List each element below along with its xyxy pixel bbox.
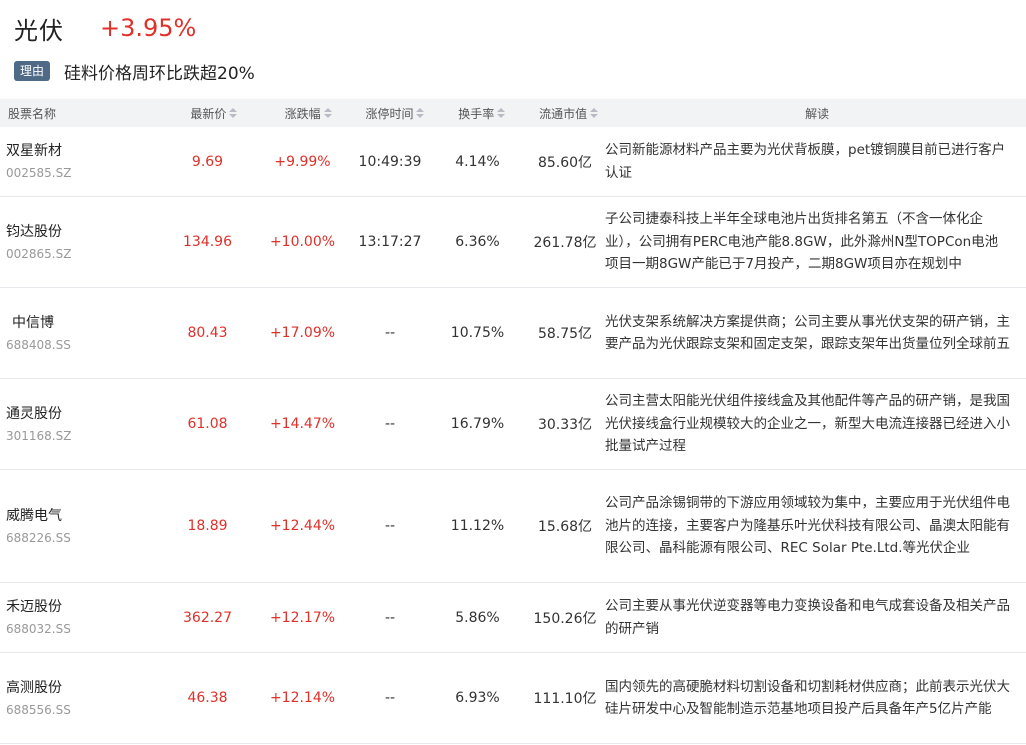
stock-name-cell[interactable]: 高测股份 688556.SS — [0, 653, 160, 743]
stock-name[interactable]: 通灵股份 — [6, 404, 62, 424]
limit-time-cell: -- — [384, 325, 396, 341]
stock-name-cell[interactable]: 双星新材 002585.SZ — [0, 127, 160, 196]
price-cell: 362.27 — [183, 609, 232, 626]
sector-header: 光伏 +3.95% — [14, 8, 196, 48]
stock-code: 688032.SS — [6, 622, 71, 636]
turnover-cell: 6.93% — [455, 690, 500, 706]
table-row[interactable]: 双星新材 002585.SZ 9.69 +9.99% 10:49:39 4.14… — [0, 127, 1026, 197]
turnover-cell: 11.12% — [450, 518, 505, 534]
stock-name[interactable]: 威腾电气 — [6, 506, 62, 526]
reason-row: 理由 硅料价格周环比跌超20% — [14, 58, 255, 84]
turnover-cell: 10.75% — [450, 325, 505, 341]
stock-code: 002865.SZ — [6, 246, 72, 261]
column-header-turnover[interactable]: 换手率 — [435, 99, 529, 127]
stock-code: 688408.SS — [6, 337, 71, 352]
column-header-market-cap[interactable]: 流通市值 — [529, 99, 608, 127]
stock-name[interactable]: 钧达股份 — [6, 222, 62, 242]
description-text: 公司主营太阳能光伏组件接线盒及其他配件等产品的研产销，是我国光伏接线盒行业规模较… — [605, 393, 1010, 455]
stock-name[interactable]: 高测股份 — [6, 678, 62, 698]
description-cell: 公司主营太阳能光伏组件接线盒及其他配件等产品的研产销，是我国光伏接线盒行业规模较… — [605, 379, 1026, 469]
sort-icon[interactable] — [497, 108, 506, 118]
column-header-change[interactable]: 涨跌幅 — [261, 99, 355, 127]
table-row[interactable]: 钧达股份 002865.SZ 134.96 +10.00% 13:17:27 6… — [0, 197, 1026, 288]
description-cell: 光伏支架系统解决方案提供商；公司主要从事光伏支架的研产销，主要产品为光伏跟踪支架… — [605, 288, 1026, 378]
market-cap-cell: 150.26亿 — [533, 610, 597, 627]
change-cell: +10.00% — [269, 234, 336, 250]
description-cell: 公司产品涂锡铜带的下游应用领域较为集中，主要应用于光伏组件电池片的连接，主要客户… — [605, 470, 1026, 582]
table-header: 股票名称 最新价 涨跌幅 涨停时间 换手率 流通市值 解读 — [0, 99, 1026, 127]
stock-name[interactable]: 禾迈股份 — [6, 597, 62, 617]
stock-code: 688226.SS — [6, 530, 71, 545]
stock-name[interactable]: 中信博 — [6, 313, 54, 333]
column-header-name: 股票名称 — [8, 106, 57, 121]
change-cell: +9.99% — [274, 153, 331, 170]
table-row[interactable]: 禾迈股份 688032.SS 362.27 +12.17% -- 5.86% 1… — [0, 583, 1026, 653]
price-cell: 134.96 — [183, 234, 232, 250]
change-cell: +14.47% — [269, 416, 336, 432]
change-cell: +12.14% — [269, 690, 336, 706]
market-cap-cell: 111.10亿 — [533, 691, 597, 707]
sort-icon[interactable] — [229, 108, 238, 118]
description-text: 国内领先的高硬脆材料切割设备和切割耗材供应商；此前表示光伏大硅片研发中心及智能制… — [605, 678, 1010, 718]
change-cell: +12.17% — [269, 609, 336, 626]
turnover-cell: 6.36% — [455, 234, 500, 250]
limit-time-cell: 10:49:39 — [358, 153, 422, 170]
market-cap-cell: 58.75亿 — [537, 326, 593, 342]
sort-icon[interactable] — [323, 108, 332, 118]
reason-badge: 理由 — [14, 61, 51, 81]
table-row[interactable]: 威腾电气 688226.SS 18.89 +12.44% -- 11.12% 1… — [0, 470, 1026, 583]
turnover-cell: 4.14% — [455, 153, 500, 170]
description-cell: 公司主要从事光伏逆变器等电力变换设备和电气成套设备及相关产品的研产销 — [605, 583, 1026, 652]
stock-name-cell[interactable]: 中信博 688408.SS — [0, 288, 160, 378]
table-row[interactable]: 通灵股份 301168.SZ 61.08 +14.47% -- 16.79% 3… — [0, 379, 1026, 470]
table-row[interactable]: 高测股份 688556.SS 46.38 +12.14% -- 6.93% 11… — [0, 653, 1026, 744]
reason-text: 硅料价格周环比跌超20% — [64, 63, 255, 84]
description-text: 公司新能源材料产品主要为光伏背板膜，pet镀铜膜目前已进行客户认证 — [605, 142, 1006, 181]
table-row[interactable]: 中信博 688408.SS 80.43 +17.09% -- 10.75% 58… — [0, 288, 1026, 379]
description-text: 光伏支架系统解决方案提供商；公司主要从事光伏支架的研产销，主要产品为光伏跟踪支架… — [605, 313, 1010, 353]
limit-time-cell: -- — [384, 690, 396, 706]
description-cell: 公司新能源材料产品主要为光伏背板膜，pet镀铜膜目前已进行客户认证 — [605, 127, 1026, 196]
stock-code: 301168.SZ — [6, 428, 72, 443]
limit-time-cell: 13:17:27 — [358, 234, 422, 250]
column-header-limit-time[interactable]: 涨停时间 — [355, 99, 434, 127]
stock-code: 002585.SZ — [6, 166, 72, 180]
market-cap-cell: 261.78亿 — [533, 235, 597, 251]
sector-change: +3.95% — [100, 14, 197, 42]
stock-name-cell[interactable]: 威腾电气 688226.SS — [0, 470, 160, 582]
price-cell: 9.69 — [191, 153, 224, 170]
turnover-cell: 5.86% — [455, 609, 500, 626]
stock-name-cell[interactable]: 钧达股份 002865.SZ — [0, 197, 160, 287]
description-cell: 子公司捷泰科技上半年全球电池片出货排名第五（不含一体化企业），公司拥有PERC电… — [605, 197, 1026, 287]
stock-name-cell[interactable]: 通灵股份 301168.SZ — [0, 379, 160, 469]
turnover-cell: 16.79% — [450, 416, 505, 432]
market-cap-cell: 30.33亿 — [537, 417, 593, 433]
change-cell: +12.44% — [269, 518, 336, 534]
stock-name-cell[interactable]: 禾迈股份 688032.SS — [0, 583, 160, 652]
limit-time-cell: -- — [384, 518, 396, 534]
description-text: 公司主要从事光伏逆变器等电力变换设备和电气成套设备及相关产品的研产销 — [605, 598, 1010, 637]
limit-time-cell: -- — [384, 609, 396, 626]
sector-name: 光伏 — [14, 16, 64, 45]
stock-name[interactable]: 双星新材 — [6, 141, 62, 161]
market-cap-cell: 15.68亿 — [537, 519, 593, 535]
price-cell: 18.89 — [187, 518, 228, 534]
sort-icon[interactable] — [416, 108, 425, 118]
description-cell: 国内领先的高硬脆材料切割设备和切割耗材供应商；此前表示光伏大硅片研发中心及智能制… — [605, 653, 1026, 743]
price-cell: 46.38 — [187, 690, 228, 706]
change-cell: +17.09% — [269, 325, 336, 341]
sort-icon[interactable] — [590, 108, 599, 118]
market-cap-cell: 85.60亿 — [537, 154, 593, 171]
description-text: 子公司捷泰科技上半年全球电池片出货排名第五（不含一体化企业），公司拥有PERC电… — [605, 211, 999, 273]
description-text: 公司产品涂锡铜带的下游应用领域较为集中，主要应用于光伏组件电池片的连接，主要客户… — [605, 495, 1010, 557]
stock-table: 股票名称 最新价 涨跌幅 涨停时间 换手率 流通市值 解读 双星新材 00258… — [0, 99, 1026, 744]
column-header-price[interactable]: 最新价 — [167, 99, 261, 127]
limit-time-cell: -- — [384, 416, 396, 432]
price-cell: 80.43 — [187, 325, 228, 341]
column-header-description: 解读 — [805, 106, 830, 121]
price-cell: 61.08 — [187, 416, 228, 432]
stock-code: 688556.SS — [6, 702, 71, 717]
